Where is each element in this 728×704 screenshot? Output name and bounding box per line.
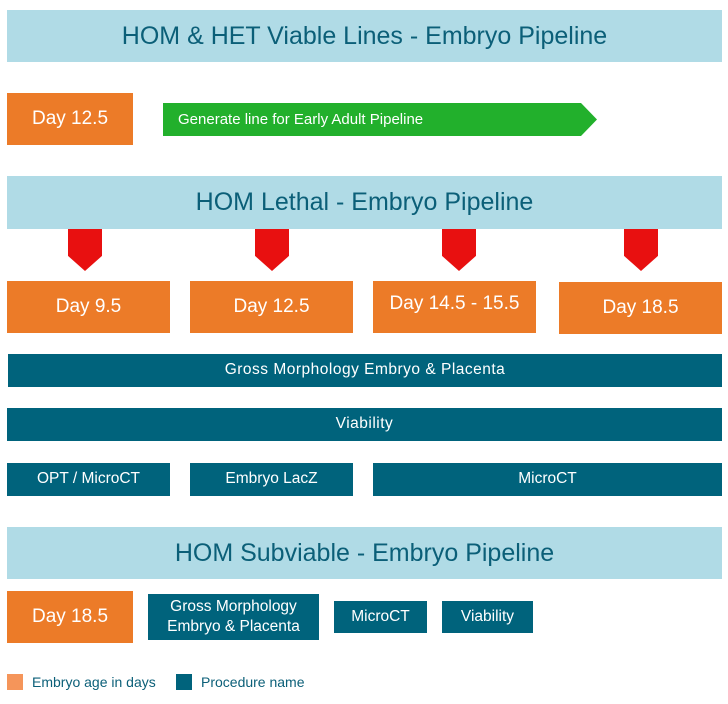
viable-age-label: Day 12.5 — [31, 108, 109, 129]
generate-line-label: Generate line for Early Adult Pipeline — [178, 111, 424, 128]
lethal-age-box: Day 12.5 — [190, 281, 353, 333]
procedure-label-line1: Gross Morphology — [170, 597, 297, 615]
subviable-pipeline-banner: HOM Subviable - Embryo Pipeline — [7, 527, 722, 579]
subviable-age-box: Day 18.5 — [7, 591, 133, 643]
lethal-pipeline-title: HOM Lethal - Embryo Pipeline — [195, 188, 534, 216]
down-arrow-icon — [624, 229, 658, 271]
legend-age-label: Embryo age in days — [32, 674, 156, 690]
viable-pipeline-banner: HOM & HET Viable Lines - Embryo Pipeline — [7, 10, 722, 62]
procedure-gross-morphology: Gross Morphology Embryo & Placenta — [8, 354, 722, 387]
procedure-microct: MicroCT — [334, 601, 427, 633]
down-arrow-icon — [255, 229, 289, 271]
procedure-label: OPT / MicroCT — [36, 470, 141, 488]
procedure-label: Gross Morphology Embryo & Placenta — [224, 361, 506, 379]
subviable-age-label: Day 18.5 — [31, 606, 109, 627]
procedure-viability: Viability — [442, 601, 533, 633]
lethal-age-label: Day 9.5 — [55, 296, 122, 317]
legend-procedure-label: Procedure name — [201, 674, 305, 690]
legend-procedure-swatch — [176, 674, 192, 690]
lethal-age-label: Day 12.5 — [233, 296, 310, 317]
lethal-pipeline-banner: HOM Lethal - Embryo Pipeline — [7, 176, 722, 229]
procedure-label: MicroCT — [518, 470, 577, 488]
lethal-age-label: Day 14.5 - 15.5 — [389, 293, 520, 314]
lethal-age-box: Day 9.5 — [7, 281, 170, 333]
down-arrow-icon — [68, 229, 102, 271]
lethal-age-box: Day 18.5 — [559, 282, 722, 334]
down-arrow-icon — [442, 229, 476, 271]
procedure-label-line2: Embryo & Placenta — [167, 618, 300, 635]
viable-age-box: Day 12.5 — [7, 93, 133, 145]
procedure-label: Viability — [460, 607, 515, 625]
procedure-label: Embryo LacZ — [225, 470, 318, 488]
procedure-microct: MicroCT — [373, 463, 722, 496]
procedure-viability: Viability — [7, 408, 722, 441]
procedure-gross-morphology: Gross Morphology Embryo & Placenta — [148, 594, 319, 640]
procedure-opt-microct: OPT / MicroCT — [7, 463, 170, 496]
lethal-age-box: Day 14.5 - 15.5 — [373, 281, 536, 333]
lethal-age-label: Day 18.5 — [602, 297, 679, 318]
subviable-pipeline-title: HOM Subviable - Embryo Pipeline — [174, 538, 555, 567]
legend-age-swatch — [7, 674, 23, 690]
procedure-label: Viability — [335, 415, 394, 433]
procedure-embryo-lacz: Embryo LacZ — [190, 463, 353, 496]
viable-pipeline-title: HOM & HET Viable Lines - Embryo Pipeline — [121, 21, 608, 50]
procedure-label: MicroCT — [351, 607, 410, 625]
generate-line-arrow: Generate line for Early Adult Pipeline — [163, 103, 597, 136]
